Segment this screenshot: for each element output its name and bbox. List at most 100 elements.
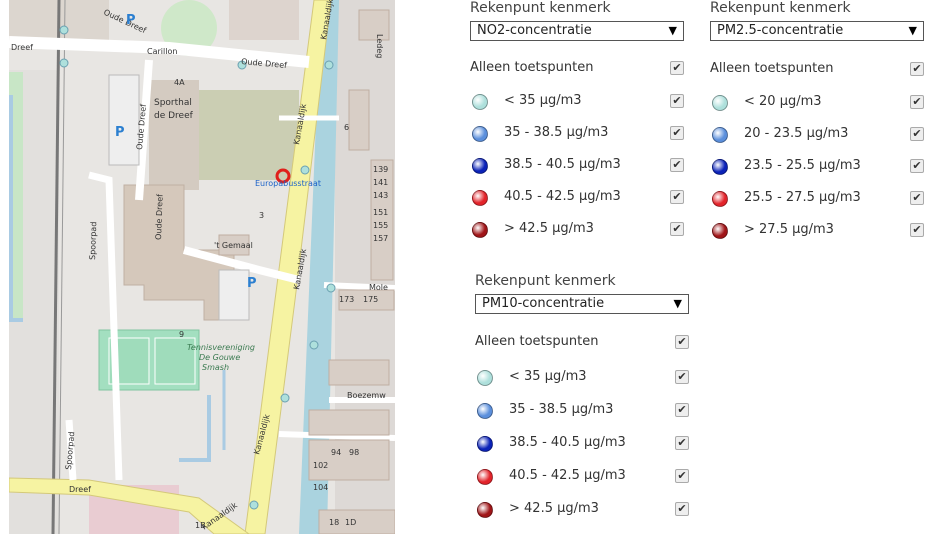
legend-item-label: 40.5 - 42.5 µg/m3 bbox=[509, 468, 626, 483]
legend-item-checkbox[interactable]: ✔ bbox=[910, 191, 924, 205]
legend-item-checkbox[interactable]: ✔ bbox=[675, 370, 689, 384]
map-label: Carillon bbox=[147, 47, 177, 56]
legend-item-label: 23.5 - 25.5 µg/m3 bbox=[744, 158, 861, 173]
map-label: 6 bbox=[344, 123, 349, 132]
select-value: PM10-concentratie bbox=[482, 296, 605, 311]
only-toetspunten-row: Alleen toetspunten ✔ bbox=[710, 59, 924, 79]
map-label: Dreef bbox=[69, 485, 91, 494]
color-dot-icon bbox=[712, 159, 728, 175]
legend-item-label: 20 - 23.5 µg/m3 bbox=[744, 126, 849, 141]
legend-item-checkbox[interactable]: ✔ bbox=[670, 222, 684, 236]
legend-item-checkbox[interactable]: ✔ bbox=[675, 403, 689, 417]
map-label: 175 bbox=[363, 295, 378, 304]
legend-item-checkbox[interactable]: ✔ bbox=[910, 95, 924, 109]
map-label: 4A bbox=[174, 78, 185, 87]
map-label: Mole bbox=[369, 283, 388, 292]
map-label: Smash bbox=[202, 363, 229, 372]
only-toetspunten-label: Alleen toetspunten bbox=[470, 60, 594, 75]
chevron-down-icon: ▼ bbox=[908, 24, 917, 37]
map-label: 1B bbox=[195, 521, 206, 530]
map-label: 151 bbox=[373, 208, 388, 217]
only-toetspunten-checkbox[interactable]: ✔ bbox=[670, 61, 684, 75]
only-toetspunten-row: Alleen toetspunten ✔ bbox=[475, 332, 689, 352]
map-canvas[interactable]: Oude Dreef Dreef Carillon Oude Dreef Kan… bbox=[9, 0, 395, 534]
legend-item: < 20 µg/m3 ✔ bbox=[710, 92, 924, 112]
color-dot-icon bbox=[472, 158, 488, 174]
legend-item-checkbox[interactable]: ✔ bbox=[910, 127, 924, 141]
color-dot-icon bbox=[472, 222, 488, 238]
legend-item: > 42.5 µg/m3 ✔ bbox=[475, 499, 689, 519]
legend-item-checkbox[interactable]: ✔ bbox=[910, 159, 924, 173]
legend-item-checkbox[interactable]: ✔ bbox=[670, 158, 684, 172]
concentration-select[interactable]: PM10-concentratie ▼ bbox=[475, 294, 689, 314]
legend-item-label: < 35 µg/m3 bbox=[504, 93, 582, 108]
color-dot-icon bbox=[472, 94, 488, 110]
map-label: Boezemw bbox=[347, 391, 386, 400]
color-dot-icon bbox=[472, 126, 488, 142]
legend-item-label: 38.5 - 40.5 µg/m3 bbox=[509, 435, 626, 450]
legend-item-checkbox[interactable]: ✔ bbox=[675, 502, 689, 516]
map-label: 143 bbox=[373, 191, 388, 200]
legend-item-label: 38.5 - 40.5 µg/m3 bbox=[504, 157, 621, 172]
concentration-select[interactable]: NO2-concentratie ▼ bbox=[470, 21, 684, 41]
map-view[interactable]: Oude Dreef Dreef Carillon Oude Dreef Kan… bbox=[9, 0, 395, 534]
color-dot-icon bbox=[472, 190, 488, 206]
map-label: 94 bbox=[331, 448, 341, 457]
map-label: Tennisvereniging bbox=[187, 343, 255, 352]
legend-item: 35 - 38.5 µg/m3 ✔ bbox=[470, 123, 684, 143]
only-toetspunten-checkbox[interactable]: ✔ bbox=[910, 62, 924, 76]
color-dot-icon bbox=[477, 469, 493, 485]
legend-item: 38.5 - 40.5 µg/m3 ✔ bbox=[475, 433, 689, 453]
legend-item-label: 40.5 - 42.5 µg/m3 bbox=[504, 189, 621, 204]
color-dot-icon bbox=[477, 436, 493, 452]
panel-title: Rekenpunt kenmerk bbox=[475, 273, 616, 289]
map-label: De Gouwe bbox=[199, 353, 240, 362]
color-dot-icon bbox=[477, 502, 493, 518]
only-toetspunten-label: Alleen toetspunten bbox=[710, 61, 834, 76]
legend-item: < 35 µg/m3 ✔ bbox=[475, 367, 689, 387]
map-label: 155 bbox=[373, 221, 388, 230]
legend-item-checkbox[interactable]: ✔ bbox=[670, 94, 684, 108]
legend-item-label: > 42.5 µg/m3 bbox=[509, 501, 599, 516]
parking-icon: P bbox=[115, 125, 125, 140]
parking-icon: P bbox=[247, 276, 257, 291]
legend-item: > 27.5 µg/m3 ✔ bbox=[710, 220, 924, 240]
only-toetspunten-label: Alleen toetspunten bbox=[475, 334, 599, 349]
legend-item-label: < 20 µg/m3 bbox=[744, 94, 822, 109]
legend-item: 23.5 - 25.5 µg/m3 ✔ bbox=[710, 156, 924, 176]
legend-item-checkbox[interactable]: ✔ bbox=[675, 469, 689, 483]
map-label: 't Gemaal bbox=[214, 241, 253, 250]
select-value: NO2-concentratie bbox=[477, 23, 592, 38]
concentration-select[interactable]: PM2.5-concentratie ▼ bbox=[710, 21, 924, 41]
map-label: Ledeg bbox=[375, 34, 384, 58]
map-label: 3 bbox=[259, 211, 264, 220]
legend-item: 40.5 - 42.5 µg/m3 ✔ bbox=[475, 466, 689, 486]
parking-icon: P bbox=[126, 13, 136, 28]
legend-item-checkbox[interactable]: ✔ bbox=[670, 190, 684, 204]
legend-item-checkbox[interactable]: ✔ bbox=[670, 126, 684, 140]
legend-item-checkbox[interactable]: ✔ bbox=[675, 436, 689, 450]
legend-item-label: < 35 µg/m3 bbox=[509, 369, 587, 384]
map-label: Sporthal bbox=[154, 98, 192, 108]
legend-item-checkbox[interactable]: ✔ bbox=[910, 223, 924, 237]
map-label: Oude Dreef bbox=[154, 194, 165, 240]
map-label: 104 bbox=[313, 483, 328, 492]
map-label: 9 bbox=[179, 330, 184, 339]
legend-item: 20 - 23.5 µg/m3 ✔ bbox=[710, 124, 924, 144]
map-label: 141 bbox=[373, 178, 388, 187]
legend-item-label: 35 - 38.5 µg/m3 bbox=[509, 402, 614, 417]
color-dot-icon bbox=[477, 370, 493, 386]
only-toetspunten-checkbox[interactable]: ✔ bbox=[675, 335, 689, 349]
color-dot-icon bbox=[712, 223, 728, 239]
map-label: 1D bbox=[345, 518, 356, 527]
panel-title: Rekenpunt kenmerk bbox=[470, 0, 611, 16]
legend-item-label: 35 - 38.5 µg/m3 bbox=[504, 125, 609, 140]
select-value: PM2.5-concentratie bbox=[717, 23, 844, 38]
color-dot-icon bbox=[477, 403, 493, 419]
legend-item: 40.5 - 42.5 µg/m3 ✔ bbox=[470, 187, 684, 207]
legend-item: 38.5 - 40.5 µg/m3 ✔ bbox=[470, 155, 684, 175]
chevron-down-icon: ▼ bbox=[673, 297, 682, 310]
color-dot-icon bbox=[712, 191, 728, 207]
legend-item: > 42.5 µg/m3 ✔ bbox=[470, 219, 684, 239]
color-dot-icon bbox=[712, 95, 728, 111]
